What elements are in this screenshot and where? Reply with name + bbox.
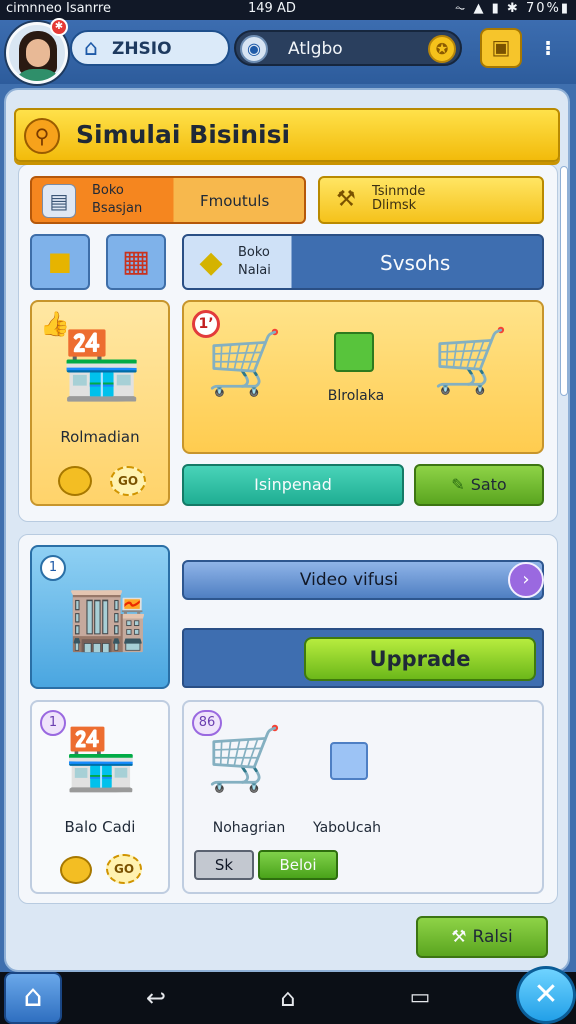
close-icon: ✕ <box>533 977 559 1012</box>
recents-icon: ▭ <box>409 985 431 1010</box>
tab-label-line2: Dlimsk <box>372 198 417 213</box>
title-bar: ⚲ Simulai Bisinisi <box>14 108 560 162</box>
hammer-icon: ⚒ <box>336 187 356 212</box>
city-label: ZHSIO <box>112 39 172 59</box>
vending-machine-icon: 🏬 <box>68 581 148 655</box>
coin-icon[interactable]: ✪ <box>428 35 456 63</box>
nav-home-button[interactable]: ⌂ <box>268 978 308 1018</box>
shopping-cart-icon: 🛒 <box>432 324 510 397</box>
store-label: Rolmadian <box>60 428 140 446</box>
box-button[interactable]: ◼ <box>30 234 90 290</box>
cube-icon: ◆ <box>199 245 223 280</box>
hammer-icon: ⚒ <box>451 927 467 947</box>
house-icon: ⌂ <box>84 36 98 61</box>
small-store-label: Balo Cadi <box>64 818 136 836</box>
number-badge: 86 <box>192 710 222 736</box>
search-label: Atlgbo <box>288 39 343 59</box>
status-time: 149 AD <box>248 1 296 16</box>
ralsi-label: Ralsi <box>472 927 513 947</box>
cart-label: Blrolaka <box>327 388 385 404</box>
tab-label-line1: Boko <box>92 183 124 198</box>
upgrade-button[interactable]: Upprade <box>304 637 536 681</box>
goods-icon: ▦ <box>121 244 151 279</box>
cart-label-left: Nohagrian <box>212 820 286 836</box>
cart-label-right: YaboUcah <box>312 820 382 836</box>
notification-badge: ✱ <box>50 18 68 36</box>
status-carrier: cimnneo Ιsanrre <box>6 1 111 16</box>
goods-button[interactable]: ▦ <box>106 234 166 290</box>
blue-cube-icon <box>330 742 368 780</box>
map-icon: ▣ <box>491 35 511 59</box>
magnifier-icon: ⚲ <box>24 118 60 154</box>
coin-stack-icon <box>58 466 92 496</box>
tab-boko-nalai[interactable]: ◆ Boko Nalai Svsohs <box>182 234 544 290</box>
map-button[interactable]: ▣ <box>480 28 522 68</box>
tab-label-right: Fmoutuls <box>200 192 270 210</box>
cart-card-small[interactable]: 🛒 86 Nohagrian YaboUcah Sk Beloi <box>182 700 544 894</box>
chevron-right-icon[interactable]: › <box>508 562 544 598</box>
status-indicators: ⏦ ▲ ▮ ✱ 70%▮ <box>454 1 570 16</box>
store-card[interactable]: 🏪 👍 Rolmadian GO <box>30 300 170 506</box>
tab-label-line2: Nalai <box>238 263 271 278</box>
tab-label-line2: Bsasjan <box>92 201 143 216</box>
shopping-cart-icon: 🛒 <box>206 326 284 399</box>
green-cube-icon <box>334 332 374 372</box>
more-icon: ⁝ <box>544 36 552 60</box>
city-pill[interactable]: ⌂ ZHSIO <box>70 30 230 66</box>
recents-button[interactable]: ▭ <box>400 978 440 1018</box>
globe-icon: ◉ <box>240 35 268 63</box>
coin-stack-icon <box>60 856 92 884</box>
number-badge: 1 <box>40 710 66 736</box>
gear-coin-icon: GO <box>106 854 142 884</box>
back-arrow-icon: ↩ <box>145 984 167 1012</box>
tab-boko-bsasjan[interactable]: ▤ Boko Bsasjan Fmoutuls <box>30 176 306 224</box>
tab-label-line1: Tsinmde <box>372 184 426 199</box>
tab-label-line1: Boko <box>238 245 270 260</box>
sato-button[interactable]: ✎ Sato <box>414 464 544 506</box>
shopping-cart-icon: 🛒 <box>206 722 284 795</box>
more-button[interactable]: ⁝ <box>532 32 564 64</box>
register-icon: ▤ <box>42 184 76 218</box>
small-store-card[interactable]: 🏪 1 Balo Cadi GO <box>30 700 170 894</box>
thumbs-up-icon: 👍 <box>40 310 70 338</box>
scrollbar[interactable] <box>560 166 568 396</box>
beloi-button[interactable]: Beloi <box>258 850 338 880</box>
sato-label: Sato <box>470 475 507 494</box>
leaf-icon: ✎ <box>451 475 465 494</box>
back-button[interactable]: ↩ <box>136 978 176 1018</box>
sk-button[interactable]: Sk <box>194 850 254 880</box>
home-button[interactable]: ⌂ <box>4 972 62 1024</box>
tab-label-right: Svsohs <box>380 251 451 275</box>
home-outline-icon: ⌂ <box>280 984 296 1012</box>
vending-card[interactable]: 🏬 1 <box>30 545 170 689</box>
status-bar: cimnneo Ιsanrre 149 AD ⏦ ▲ ▮ ✱ 70%▮ <box>0 0 576 20</box>
number-badge: 1 <box>40 555 66 581</box>
close-button[interactable]: ✕ <box>516 966 576 1024</box>
tab-tsinmde[interactable]: ⚒ Tsinmde Dlimsk <box>318 176 544 224</box>
video-bar[interactable]: Video vifusi › <box>182 560 544 600</box>
avatar-face <box>26 39 50 67</box>
page-title: Simulai Bisinisi <box>76 120 291 149</box>
video-label: Video vifusi <box>299 570 399 590</box>
home-icon: ⌂ <box>23 979 43 1014</box>
ralsi-button[interactable]: ⚒ Ralsi <box>416 916 548 958</box>
cart-card-large[interactable]: 1’ 🛒 Blrolaka 🛒 <box>182 300 544 454</box>
gear-coin-icon: GO <box>110 466 146 496</box>
box-icon: ◼ <box>47 244 73 279</box>
search-pill[interactable]: ◉ Atlgbo ✪ <box>234 30 462 66</box>
teal-button[interactable]: Isinpenad <box>182 464 404 506</box>
